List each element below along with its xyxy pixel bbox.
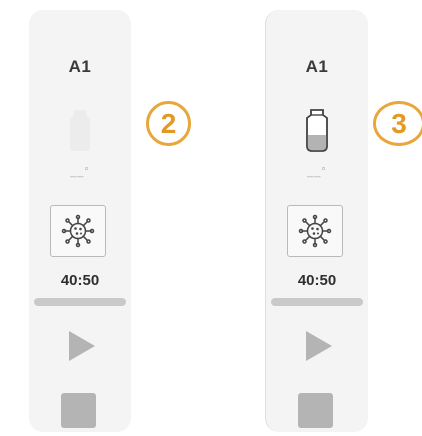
stop-button[interactable] bbox=[298, 393, 333, 428]
virus-icon bbox=[298, 214, 332, 248]
stop-button[interactable] bbox=[61, 393, 96, 428]
slot-label: A1 bbox=[68, 57, 92, 76]
sample-panel-right: A1 __° 40:50 bbox=[265, 10, 368, 432]
temperature-readout: __° bbox=[307, 166, 327, 178]
play-button[interactable] bbox=[306, 331, 332, 361]
step-badge-2: 2 bbox=[146, 101, 191, 146]
progress-bar bbox=[271, 298, 363, 306]
virus-icon bbox=[61, 214, 95, 248]
slot-label: A1 bbox=[305, 57, 329, 76]
timer-readout: 40:50 bbox=[297, 272, 337, 289]
play-button[interactable] bbox=[69, 331, 95, 361]
tube-icon bbox=[306, 109, 328, 152]
tube-icon bbox=[70, 110, 90, 151]
progress-bar bbox=[34, 298, 126, 306]
timer-readout: 40:50 bbox=[60, 272, 100, 289]
temperature-readout: __° bbox=[70, 166, 90, 178]
sample-panel-left: A1 __° 40:50 bbox=[29, 10, 131, 432]
step-badge-3: 3 bbox=[373, 101, 422, 146]
virus-button[interactable] bbox=[287, 205, 343, 257]
virus-button[interactable] bbox=[50, 205, 106, 257]
